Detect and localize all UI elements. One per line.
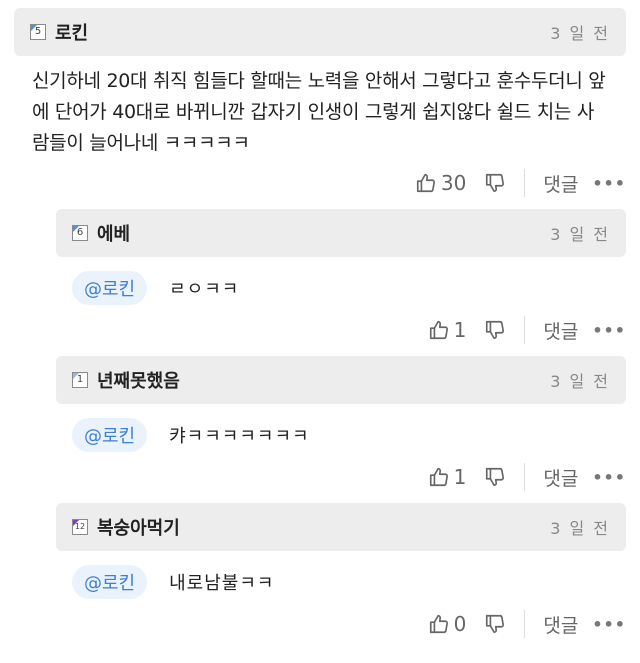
like-count: 0 <box>453 612 467 636</box>
reply-body: @로킨 ㄹㅇㅋㅋ <box>56 257 626 306</box>
comment-text: 신기하네 20대 취직 힘들다 할때는 노력을 안해서 그렇다고 훈수두더니 앞… <box>32 70 606 154</box>
reply-header: 12 복숭아먹기 3 일 전 <box>56 503 626 551</box>
reply-comment: 6 에베 3 일 전 @로킨 ㄹㅇㅋㅋ 1 댓글 ••• <box>56 209 626 354</box>
like-button[interactable]: 1 <box>428 318 467 342</box>
reply-time: 3 일 전 <box>550 372 610 391</box>
reply-author[interactable]: 복숭아먹기 <box>97 514 180 540</box>
reply-time: 3 일 전 <box>550 519 610 538</box>
level-badge-icon: 12 <box>72 519 88 535</box>
reply-button[interactable]: 댓글 <box>543 317 578 344</box>
like-button[interactable]: 1 <box>428 465 467 489</box>
thumbs-up-icon <box>416 173 435 193</box>
reply-button[interactable]: 댓글 <box>543 611 578 638</box>
comment-header: 5 로킨 3 일 전 <box>14 8 626 56</box>
like-button[interactable]: 30 <box>415 171 466 195</box>
more-options-icon[interactable]: ••• <box>592 174 626 193</box>
more-options-icon[interactable]: ••• <box>592 468 626 487</box>
reply-comment: 1 년째못했음 3 일 전 @로킨 캬ㅋㅋㅋㅋㅋㅋㅋ 1 댓글 ••• <box>56 356 626 501</box>
comment-author[interactable]: 로킨 <box>55 19 88 45</box>
reply-header: 6 에베 3 일 전 <box>56 209 626 257</box>
reply-actions: 1 댓글 ••• <box>56 453 626 501</box>
thumbs-up-icon <box>429 614 448 634</box>
more-options-icon[interactable]: ••• <box>592 321 626 340</box>
reply-comment: 12 복숭아먹기 3 일 전 @로킨 내로남불ㅋㅋ 0 댓글 ••• <box>56 503 626 648</box>
divider <box>524 463 526 491</box>
reply-button[interactable]: 댓글 <box>543 464 578 491</box>
thumbs-up-icon <box>429 467 448 487</box>
reply-header: 1 년째못했음 3 일 전 <box>56 356 626 404</box>
dislike-button[interactable] <box>484 319 506 341</box>
level-badge-icon: 6 <box>72 225 88 241</box>
level-badge-icon: 1 <box>72 372 88 388</box>
dislike-button[interactable] <box>484 172 506 194</box>
reply-body: @로킨 캬ㅋㅋㅋㅋㅋㅋㅋ <box>56 404 626 453</box>
dislike-button[interactable] <box>484 466 506 488</box>
like-count: 1 <box>453 465 467 489</box>
thumbs-down-icon <box>486 614 505 634</box>
like-button[interactable]: 0 <box>428 612 467 636</box>
divider <box>524 610 526 638</box>
reply-actions: 0 댓글 ••• <box>56 600 626 648</box>
reply-text: 내로남불ㅋㅋ <box>169 573 275 594</box>
comment-time: 3 일 전 <box>550 24 610 43</box>
thumbs-up-icon <box>429 320 448 340</box>
level-badge-icon: 5 <box>30 24 46 40</box>
reply-button[interactable]: 댓글 <box>543 170 578 197</box>
comment: 5 로킨 3 일 전 신기하네 20대 취직 힘들다 할때는 노력을 안해서 그… <box>14 8 626 207</box>
thumbs-down-icon <box>486 467 505 487</box>
reply-author[interactable]: 에베 <box>97 220 130 246</box>
thumbs-down-icon <box>486 173 505 193</box>
thumbs-down-icon <box>486 320 505 340</box>
like-count: 1 <box>453 318 467 342</box>
divider <box>524 316 526 344</box>
mention-tag[interactable]: @로킨 <box>72 271 148 305</box>
divider <box>524 169 526 197</box>
reply-text: 캬ㅋㅋㅋㅋㅋㅋㅋ <box>169 426 310 447</box>
reply-time: 3 일 전 <box>550 225 610 244</box>
comment-actions: 30 댓글 ••• <box>14 159 626 207</box>
mention-tag[interactable]: @로킨 <box>72 418 148 452</box>
dislike-button[interactable] <box>484 613 506 635</box>
reply-actions: 1 댓글 ••• <box>56 306 626 354</box>
reply-text: ㄹㅇㅋㅋ <box>169 279 240 300</box>
reply-body: @로킨 내로남불ㅋㅋ <box>56 551 626 600</box>
mention-tag[interactable]: @로킨 <box>72 565 148 599</box>
reply-author[interactable]: 년째못했음 <box>97 367 180 393</box>
like-count: 30 <box>440 171 467 195</box>
more-options-icon[interactable]: ••• <box>592 615 626 634</box>
